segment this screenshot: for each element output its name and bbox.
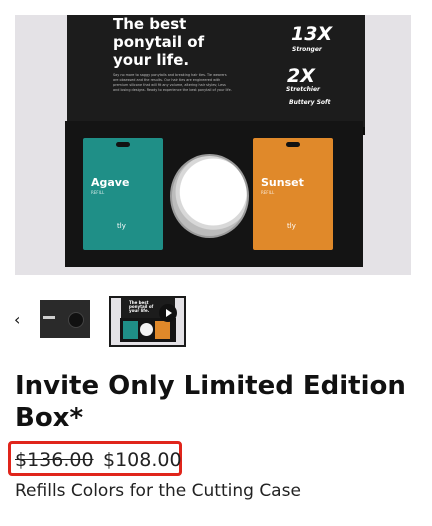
pouch-sub: REFILL [91, 190, 105, 195]
chevron-left-icon[interactable]: ‹ [14, 310, 20, 329]
play-icon[interactable] [159, 304, 177, 322]
pouch-brand: tly [287, 222, 296, 230]
stat-label-stronger: Stronger [292, 46, 322, 53]
stat-label-stretchier: Stretchier [286, 86, 320, 93]
pouch-name: Agave [91, 176, 130, 189]
pouch-brand: tly [117, 222, 126, 230]
box-fineprint: Say no more to saggy ponytails and break… [113, 73, 232, 92]
thumbnail-label-shape [43, 316, 55, 319]
stat-label-buttery-soft: Buttery Soft [289, 99, 331, 106]
thumbnail-teal-pouch [123, 321, 138, 339]
thumbnail-headline: The best ponytail of your life. [129, 300, 154, 313]
thumbnail-1[interactable] [40, 300, 90, 338]
box-headline: The best ponytail of your life. [113, 15, 205, 69]
original-price: $136.00 [15, 449, 94, 471]
pouch-hang-hole [286, 142, 300, 147]
sale-price: $108.00 [103, 449, 182, 471]
product-main-image[interactable]: The best ponytail of your life. Say no m… [15, 15, 411, 275]
pouch-hang-hole [116, 142, 130, 147]
product-subtitle: Refills Colors for the Cutting Case [15, 481, 301, 501]
product-title: Invite Only Limited Edition Box* [15, 371, 406, 433]
sunset-refill-pouch: Sunset REFILL tly [253, 138, 333, 250]
thumbnail-case-shape [68, 312, 84, 328]
pouch-name: Sunset [261, 176, 304, 189]
cutting-case [170, 154, 249, 238]
thumbnail-orange-pouch [155, 321, 170, 339]
thumbnail-2-video[interactable]: The best ponytail of your life. [109, 296, 186, 347]
stat-value-stronger: 13X [291, 23, 333, 45]
pouch-sub: REFILL [261, 190, 275, 195]
agave-refill-pouch: Agave REFILL tly [83, 138, 163, 250]
stat-value-stretchier: 2X [287, 65, 315, 87]
thumbnail-case [140, 323, 153, 336]
